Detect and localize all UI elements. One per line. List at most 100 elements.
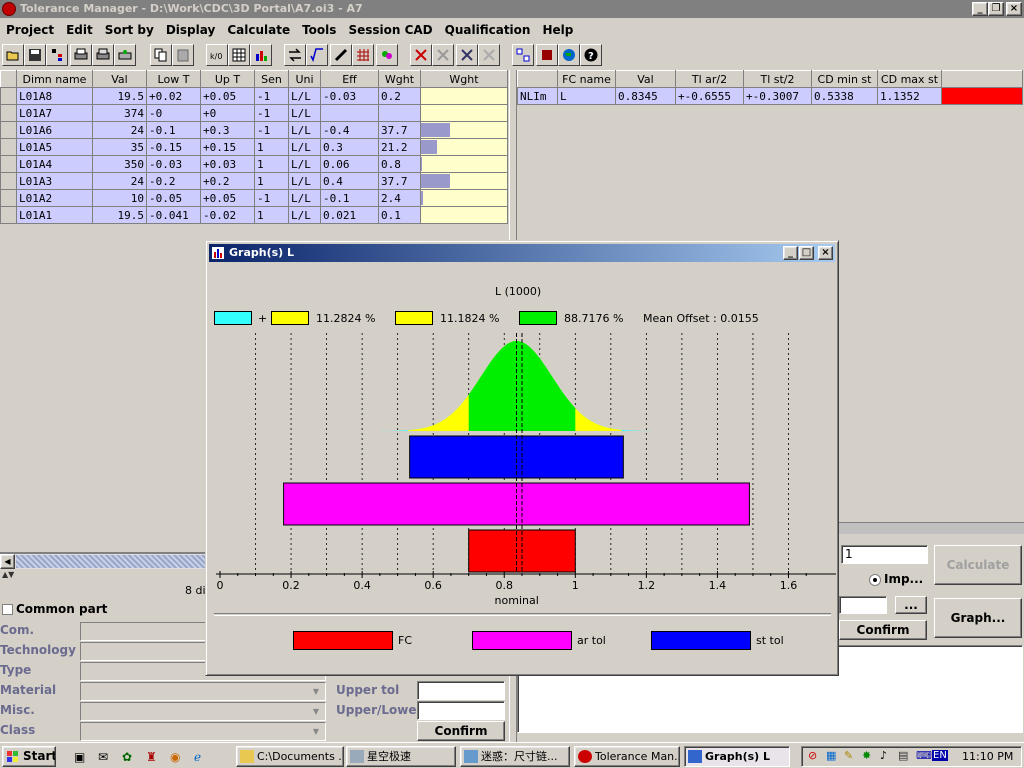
cell-val[interactable]: 374 — [92, 104, 147, 122]
cell-low[interactable]: -0.1 — [146, 121, 201, 139]
fc-val-cell[interactable]: 0.8345 — [615, 87, 676, 105]
graph-dialog-titlebar[interactable]: Graph(s) L — [209, 244, 835, 262]
col-val[interactable]: Val — [92, 70, 147, 88]
chart-icon[interactable] — [250, 44, 272, 66]
paste-icon[interactable] — [172, 44, 194, 66]
row-header[interactable] — [0, 87, 17, 105]
tray-volume-icon[interactable]: ♪ — [880, 749, 887, 762]
col-tl-ar[interactable]: Tl ar/2 — [675, 70, 744, 88]
col-dimn-name[interactable]: Dimn name — [16, 70, 93, 88]
cell-up[interactable]: +0.05 — [200, 87, 255, 105]
col-tl-st[interactable]: Tl st/2 — [743, 70, 812, 88]
cell-uni[interactable]: L/L — [288, 155, 321, 173]
globe-icon[interactable] — [558, 44, 580, 66]
cell-val[interactable]: 19.5 — [92, 206, 147, 224]
cell-low[interactable]: -0.05 — [146, 189, 201, 207]
cell-name[interactable]: L01A4 — [16, 155, 93, 173]
task-graph[interactable]: Graph(s) L — [684, 746, 790, 767]
menu-qualification[interactable]: Qualification — [439, 20, 537, 40]
col-fc-name[interactable]: FC name — [557, 70, 616, 88]
browse-button[interactable]: ... — [895, 596, 927, 614]
close-button[interactable]: × — [1006, 2, 1022, 16]
cell-eff[interactable]: 0.4 — [320, 172, 379, 190]
fc-tl-ar-cell[interactable]: +-0.6555 — [675, 87, 744, 105]
cell-uni[interactable]: L/L — [288, 206, 321, 224]
ruler-icon[interactable] — [330, 44, 352, 66]
cell-eff[interactable] — [320, 104, 379, 122]
row-header[interactable] — [0, 104, 17, 122]
col-wght-bar[interactable]: Wght — [420, 70, 508, 88]
upper-tol-input[interactable] — [417, 681, 505, 700]
cell-eff[interactable]: -0.03 — [320, 87, 379, 105]
tray-network-icon[interactable]: ▦ — [826, 749, 836, 762]
dialog-minimize-button[interactable]: _ — [783, 246, 798, 260]
cell-sen[interactable]: -1 — [254, 121, 289, 139]
table-row[interactable]: L01A4 350 -0.03 +0.03 1 L/L 0.06 0.8 — [0, 155, 508, 173]
scroll-thumb[interactable] — [16, 555, 206, 568]
maximize-button[interactable]: ❐ — [988, 2, 1004, 16]
tray-monitor-icon[interactable]: ▤ — [898, 749, 908, 762]
tray-language[interactable]: EN — [932, 750, 948, 761]
cell-low[interactable]: -0.041 — [146, 206, 201, 224]
menu-edit[interactable]: Edit — [60, 20, 99, 40]
clock[interactable]: 11:10 PM — [962, 750, 1013, 763]
ie-icon[interactable]: ℯ — [194, 750, 201, 764]
explorer-icon[interactable]: ✉ — [98, 750, 108, 764]
tray-no-icon[interactable]: ⊘ — [808, 749, 817, 762]
chevron-down-icon[interactable]: ▼ — [309, 705, 323, 718]
minimize-button[interactable]: _ — [972, 2, 988, 16]
cell-eff[interactable]: 0.021 — [320, 206, 379, 224]
menu-display[interactable]: Display — [160, 20, 221, 40]
cell-uni[interactable]: L/L — [288, 189, 321, 207]
table-row[interactable]: NLIm L 0.8345 +-0.6555 +-0.3007 0.5338 1… — [517, 87, 1023, 105]
cell-name[interactable]: L01A2 — [16, 189, 93, 207]
cell-uni[interactable]: L/L — [288, 121, 321, 139]
col-sen[interactable]: Sen — [254, 70, 289, 88]
cell-low[interactable]: +0.02 — [146, 87, 201, 105]
cell-val[interactable]: 19.5 — [92, 87, 147, 105]
cell-val[interactable]: 10 — [92, 189, 147, 207]
menu-help[interactable]: Help — [536, 20, 579, 40]
tree-icon[interactable] — [46, 44, 68, 66]
cell-sen[interactable]: 1 — [254, 206, 289, 224]
cell-up[interactable]: -0.02 — [200, 206, 255, 224]
app-icon[interactable] — [2, 2, 16, 16]
cell-name[interactable]: L01A3 — [16, 172, 93, 190]
cell-up[interactable]: +0.05 — [200, 189, 255, 207]
cell-uni[interactable]: L/L — [288, 104, 321, 122]
tray-pen-icon[interactable]: ✎ — [844, 749, 853, 762]
copy-icon[interactable] — [150, 44, 172, 66]
cell-wght[interactable]: 0.8 — [378, 155, 421, 173]
cell-wght[interactable]: 2.4 — [378, 189, 421, 207]
right-input-2[interactable] — [839, 596, 887, 614]
cell-low[interactable]: -0.2 — [146, 172, 201, 190]
menu-session-cad[interactable]: Session CAD — [342, 20, 438, 40]
menu-sort-by[interactable]: Sort by — [99, 20, 160, 40]
chevron-down-icon[interactable]: ▼ — [309, 685, 323, 698]
cell-name[interactable]: L01A1 — [16, 206, 93, 224]
open-folder-icon[interactable] — [2, 44, 24, 66]
start-button[interactable]: Start — [2, 746, 56, 767]
imp-radio[interactable] — [869, 574, 881, 586]
cell-uni[interactable]: L/L — [288, 87, 321, 105]
table-row[interactable]: L01A6 24 -0.1 +0.3 -1 L/L -0.4 37.7 — [0, 121, 508, 139]
cell-sen[interactable]: 1 — [254, 172, 289, 190]
tray-gear-icon[interactable]: ✸ — [862, 749, 871, 762]
cell-eff[interactable]: -0.1 — [320, 189, 379, 207]
confirm-button-left[interactable]: Confirm — [417, 721, 505, 741]
row-header[interactable] — [0, 189, 17, 207]
book-icon[interactable] — [536, 44, 558, 66]
cell-sen[interactable]: -1 — [254, 104, 289, 122]
dimension-icon[interactable]: k/0 — [206, 44, 228, 66]
task-chinese-doc[interactable]: 迷惑：尺寸链... — [460, 746, 570, 767]
cell-name[interactable]: L01A7 — [16, 104, 93, 122]
cell-uni[interactable]: L/L — [288, 138, 321, 156]
cell-name[interactable]: L01A8 — [16, 87, 93, 105]
disabled-tool-icon[interactable] — [432, 44, 454, 66]
print-setup-icon[interactable] — [114, 44, 136, 66]
material-select[interactable]: ▼ — [80, 682, 326, 701]
row-header[interactable] — [0, 155, 17, 173]
class-select[interactable]: ▼ — [80, 722, 326, 741]
table-icon[interactable] — [228, 44, 250, 66]
col-low-t[interactable]: Low T — [146, 70, 201, 88]
